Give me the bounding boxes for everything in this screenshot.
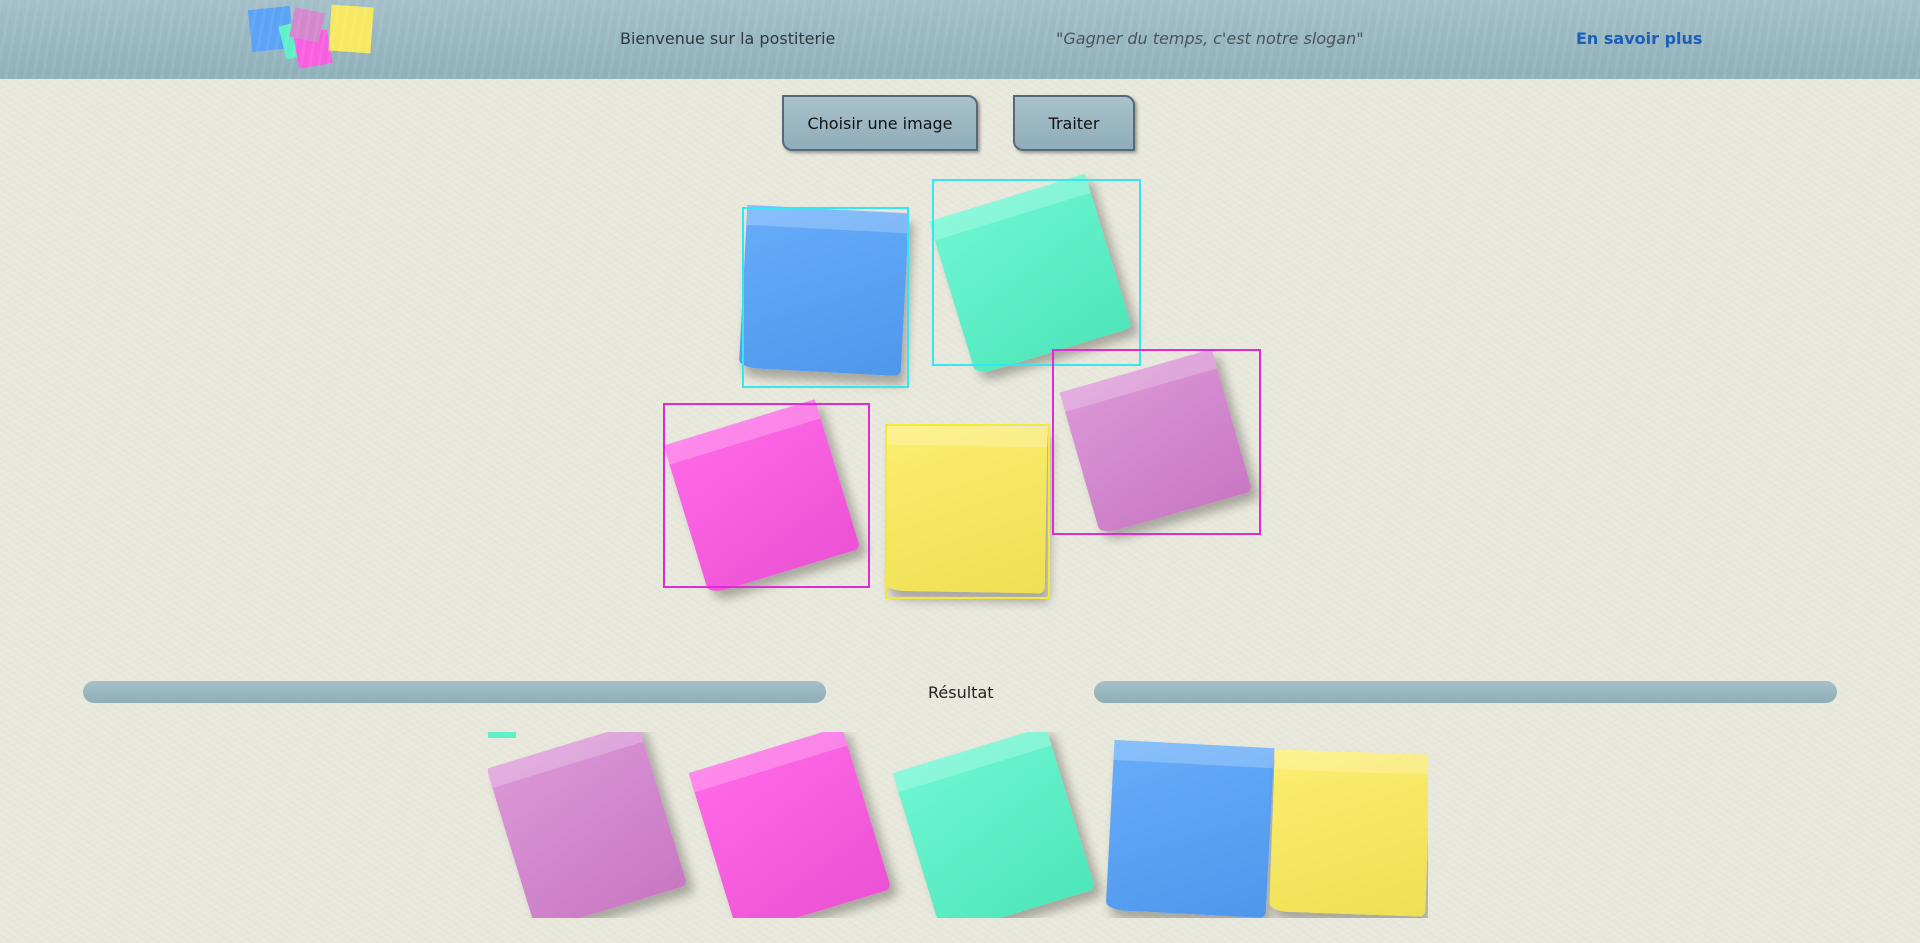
choose-image-button[interactable]: Choisir une image — [782, 95, 978, 151]
process-button[interactable]: Traiter — [1013, 95, 1135, 151]
result-heading: Résultat — [928, 683, 994, 702]
sticky-notes-logo-icon[interactable] — [246, 2, 378, 74]
divider-left — [83, 681, 826, 703]
detection-box-pink — [663, 403, 870, 588]
detection-box-blue — [742, 207, 909, 388]
slogan-text: "Gagner du temps, c'est notre slogan" — [1056, 29, 1364, 48]
result-note-green — [892, 732, 1096, 918]
result-strip — [488, 732, 1428, 918]
result-note-blue — [1105, 739, 1275, 918]
header-bar: Bienvenue sur la postiterie "Gagner du t… — [0, 0, 1920, 79]
result-note-pink — [688, 732, 892, 918]
result-note-violet — [488, 732, 688, 918]
divider-right — [1094, 681, 1837, 703]
result-note-yellow — [1269, 749, 1428, 917]
result-note-fragment — [488, 732, 516, 738]
detection-box-green — [932, 179, 1141, 366]
detection-box-violet — [1052, 349, 1261, 535]
detection-box-yellow — [885, 424, 1050, 599]
learn-more-link[interactable]: En savoir plus — [1576, 29, 1702, 48]
welcome-text: Bienvenue sur la postiterie — [620, 29, 836, 48]
